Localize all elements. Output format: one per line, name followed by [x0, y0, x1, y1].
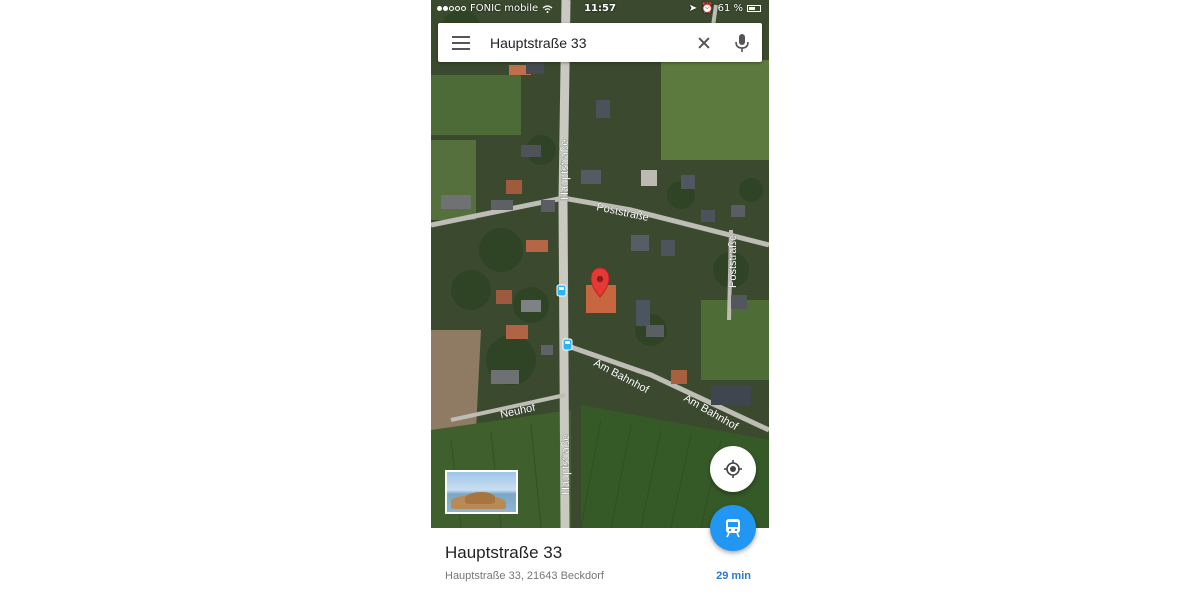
street-label-poststrasse-east: Poststraße — [727, 235, 739, 288]
map-canvas[interactable]: Hauptstraße Hauptstraße Poststraße Posts… — [431, 0, 769, 528]
travel-time: 29 min — [716, 570, 751, 582]
field-patch — [661, 60, 769, 160]
bus-stop-icon[interactable] — [556, 284, 567, 297]
close-icon[interactable] — [692, 31, 716, 55]
phone-screen: Hauptstraße Hauptstraße Poststraße Posts… — [431, 0, 769, 600]
field-patch — [701, 300, 769, 380]
hamburger-menu-icon[interactable] — [452, 35, 470, 50]
street-view-thumbnail[interactable] — [445, 470, 518, 514]
transit-directions-button[interactable] — [710, 505, 756, 551]
train-icon — [726, 519, 740, 538]
battery-percent: 61 % — [717, 3, 743, 14]
status-bar: FONIC mobile 11:57 ➤ ⏰ 61 % — [431, 0, 769, 18]
alarm-icon: ⏰ — [701, 3, 714, 14]
place-title: Hauptstraße 33 — [445, 543, 563, 562]
status-right: ➤ ⏰ 61 % — [689, 3, 761, 14]
my-location-icon — [724, 460, 742, 478]
street-label-hauptstrasse-north: Hauptstraße — [559, 139, 571, 200]
bus-stop-icon[interactable] — [562, 338, 573, 351]
location-arrow-icon: ➤ — [688, 3, 698, 14]
battery-icon — [747, 5, 761, 12]
place-address: Hauptstraße 33, 21643 Beckdorf — [445, 570, 604, 582]
satellite-map[interactable]: Hauptstraße Hauptstraße Poststraße Posts… — [431, 0, 769, 528]
my-location-button[interactable] — [710, 446, 756, 492]
search-input[interactable]: Hauptstraße 33 — [490, 35, 692, 51]
thumbnail-rocks — [465, 492, 495, 504]
field-patch — [431, 75, 521, 135]
street-label-hauptstrasse-south: Hauptstraße — [560, 434, 572, 495]
microphone-icon[interactable] — [730, 31, 754, 55]
search-bar[interactable]: Hauptstraße 33 — [438, 23, 762, 62]
